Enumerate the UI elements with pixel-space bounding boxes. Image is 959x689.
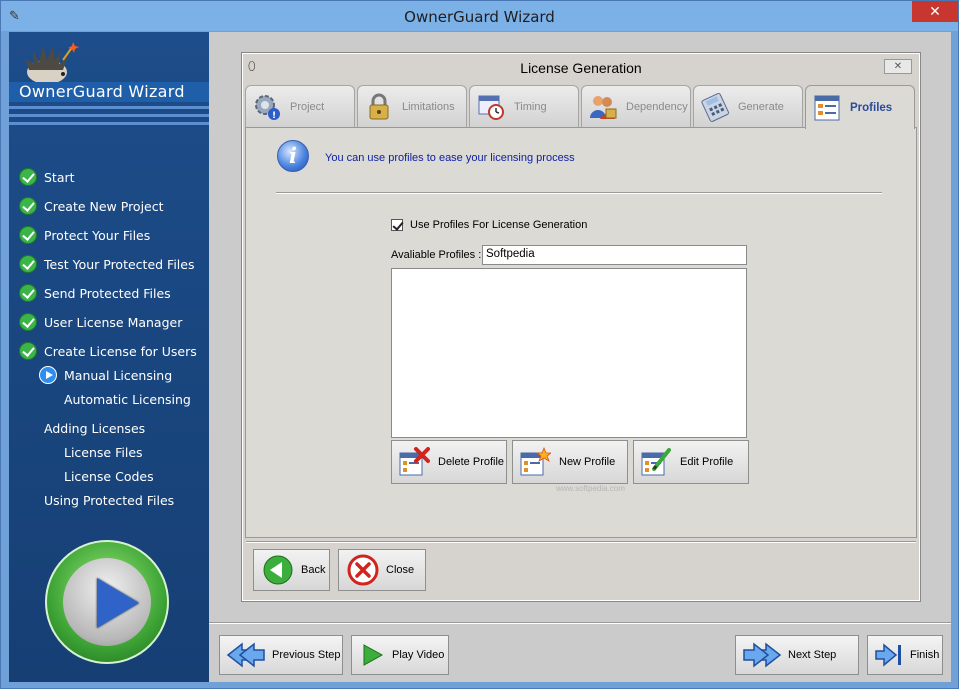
check-icon <box>19 168 37 186</box>
available-profiles-field[interactable]: Softpedia <box>482 245 747 265</box>
double-left-arrow-icon <box>226 642 265 668</box>
step-send-protected-files[interactable]: Send Protected Files <box>19 282 171 304</box>
stripe-divider <box>9 122 209 125</box>
watermark: www.softpedia.com <box>556 484 625 493</box>
play-button-face <box>63 558 151 646</box>
stripe-divider <box>9 114 209 117</box>
finish-button[interactable]: Finish <box>867 635 943 675</box>
separator <box>209 622 951 624</box>
play-icon <box>97 578 139 628</box>
new-profile-icon <box>520 447 551 476</box>
close-button[interactable]: Close <box>338 549 426 591</box>
step-using-protected-files[interactable]: Using Protected Files <box>44 489 174 511</box>
step-automatic-licensing[interactable]: Automatic Licensing <box>64 388 191 410</box>
profiles-list[interactable] <box>391 268 747 438</box>
step-create-new-project[interactable]: Create New Project <box>19 195 164 217</box>
big-play-button[interactable] <box>45 540 169 664</box>
finish-arrow-icon <box>875 643 901 667</box>
check-icon <box>19 255 37 273</box>
stripe-divider <box>9 106 209 109</box>
tab-project[interactable]: ! Project <box>245 85 355 127</box>
use-profiles-checkbox-row[interactable]: Use Profiles For License Generation <box>391 219 587 231</box>
next-step-button[interactable]: Next Step <box>735 635 859 675</box>
main-area: ⬯ License Generation ✕ ! Project Limitat… <box>209 32 951 682</box>
dialog-title-bar[interactable]: ⬯ License Generation ✕ <box>242 53 920 81</box>
step-license-files[interactable]: License Files <box>64 441 143 463</box>
users-lock-icon <box>590 95 617 119</box>
check-icon <box>19 342 37 360</box>
delete-profile-button[interactable]: Delete Profile <box>391 440 507 484</box>
app-window: ✎ OwnerGuard Wizard ✕ OwnerGuard Wizard … <box>0 0 959 689</box>
info-icon: i <box>277 140 309 172</box>
hedgehog-logo-icon <box>25 42 79 84</box>
window-title: OwnerGuard Wizard <box>404 8 555 26</box>
check-icon <box>19 226 37 244</box>
dialog-close-button[interactable]: ✕ <box>884 59 912 74</box>
gear-alert-icon: ! <box>255 94 280 121</box>
step-adding-licenses[interactable]: Adding Licenses <box>44 417 145 439</box>
step-create-license-for-users[interactable]: Create License for Users <box>19 340 197 362</box>
info-text: You can use profiles to ease your licens… <box>325 152 575 164</box>
back-button[interactable]: Back <box>253 549 330 591</box>
use-profiles-label: Use Profiles For License Generation <box>410 219 588 231</box>
license-generation-dialog: ⬯ License Generation ✕ ! Project Limitat… <box>241 52 921 602</box>
tab-strip: ! Project Limitations Timing Dependency <box>245 85 917 129</box>
step-license-codes[interactable]: License Codes <box>64 465 154 487</box>
separator <box>246 541 916 543</box>
current-step-arrow-icon <box>39 366 57 384</box>
sidebar-brand: OwnerGuard Wizard <box>19 82 185 101</box>
title-bar[interactable]: ✎ OwnerGuard Wizard ✕ <box>1 1 958 31</box>
tab-dependency[interactable]: Dependency <box>581 85 691 127</box>
calculator-icon <box>701 92 729 122</box>
client-area: OwnerGuard Wizard Start Create New Proje… <box>9 32 951 682</box>
step-protect-your-files[interactable]: Protect Your Files <box>19 224 150 246</box>
form-list-icon <box>814 95 840 120</box>
edit-profile-icon <box>641 448 671 476</box>
dialog-title: License Generation <box>520 60 642 76</box>
separator <box>276 192 882 194</box>
check-icon <box>19 197 37 215</box>
play-icon <box>363 644 384 666</box>
previous-step-button[interactable]: Previous Step <box>219 635 343 675</box>
back-arrow-icon <box>263 555 293 585</box>
check-icon <box>19 313 37 331</box>
window-close-button[interactable]: ✕ <box>912 1 958 22</box>
svg-text:!: ! <box>272 111 276 121</box>
tab-generate[interactable]: Generate <box>693 85 803 127</box>
tab-profiles[interactable]: Profiles <box>805 85 915 129</box>
profiles-panel: i You can use profiles to ease your lice… <box>245 127 917 538</box>
use-profiles-checkbox[interactable] <box>391 219 403 231</box>
play-video-button[interactable]: Play Video <box>351 635 449 675</box>
padlock-icon <box>369 93 389 119</box>
step-test-protected-files[interactable]: Test Your Protected Files <box>19 253 194 275</box>
calendar-clock-icon <box>478 95 504 120</box>
tab-timing[interactable]: Timing <box>469 85 579 127</box>
tab-limitations[interactable]: Limitations <box>357 85 467 127</box>
double-right-arrow-icon <box>743 642 782 668</box>
available-profiles-label: Avaliable Profiles : <box>391 249 482 261</box>
edit-profile-button[interactable]: Edit Profile <box>633 440 749 484</box>
close-circle-icon <box>347 554 379 586</box>
check-icon <box>19 284 37 302</box>
sidebar: OwnerGuard Wizard Start Create New Proje… <box>9 32 209 682</box>
step-manual-licensing[interactable]: Manual Licensing <box>39 364 172 386</box>
step-start[interactable]: Start <box>19 166 75 188</box>
new-profile-button[interactable]: New Profile <box>512 440 628 484</box>
delete-profile-icon <box>399 447 430 476</box>
step-user-license-manager[interactable]: User License Manager <box>19 311 182 333</box>
